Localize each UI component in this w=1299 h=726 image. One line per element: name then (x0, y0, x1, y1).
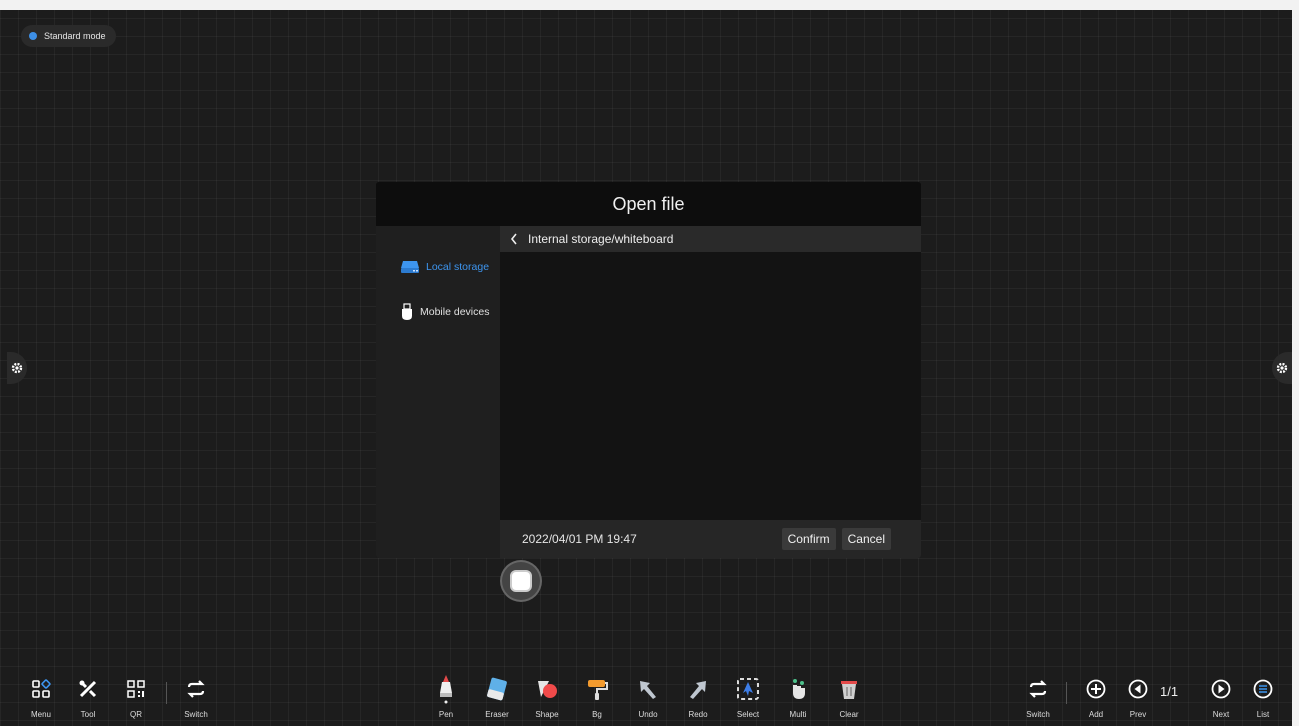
dialog-footer: 2022/04/01 PM 19:47 Confirm Cancel (500, 520, 921, 558)
bottom-toolbar: Menu Tool QR Switch Pen Eraser Shape Bg … (0, 670, 1292, 726)
eraser-icon (487, 677, 507, 701)
switch-label: Switch (184, 710, 208, 719)
list-circle-icon (1253, 679, 1273, 699)
undo-label: Undo (638, 710, 658, 719)
mode-indicator[interactable]: Standard mode (21, 25, 116, 47)
redo-label: Redo (688, 710, 708, 719)
shape-icon (538, 681, 557, 698)
eraser-button[interactable]: Eraser (475, 670, 519, 726)
gear-icon (11, 362, 23, 374)
undo-button[interactable]: Undo (626, 670, 670, 726)
next-circle-icon (1211, 679, 1231, 699)
multi-touch-icon (793, 679, 805, 699)
timestamp: 2022/04/01 PM 19:47 (522, 532, 637, 546)
left-settings-button[interactable] (7, 352, 27, 384)
source-label: Mobile devices (420, 306, 490, 318)
toolbar-divider (166, 682, 167, 704)
select-button[interactable]: Select (726, 670, 770, 726)
square-icon (510, 570, 532, 592)
plus-circle-icon (1086, 679, 1106, 699)
gear-icon (1276, 362, 1288, 374)
usb-drive-icon (402, 303, 412, 320)
source-label: Local storage (426, 261, 490, 273)
shape-label: Shape (535, 710, 559, 719)
prev-circle-icon (1128, 679, 1148, 699)
pen-label: Pen (438, 710, 454, 719)
trash-icon (841, 681, 857, 699)
tools-icon (79, 680, 97, 698)
tool-button[interactable]: Tool (66, 670, 110, 726)
multi-button[interactable]: Multi (776, 670, 820, 726)
source-local-storage[interactable]: Local storage (400, 260, 489, 274)
list-button[interactable]: List (1241, 670, 1285, 726)
clear-button[interactable]: Clear (827, 670, 871, 726)
top-strip (0, 0, 1299, 10)
shape-button[interactable]: Shape (525, 670, 569, 726)
chevron-left-icon (510, 233, 517, 245)
menu-button[interactable]: Menu (19, 670, 63, 726)
right-strip (1292, 0, 1299, 726)
undo-arrow-icon (640, 681, 656, 699)
open-file-dialog: Open file Local storage Mobile devices I… (376, 182, 921, 558)
toolbar-divider (1066, 682, 1067, 704)
qr-button[interactable]: QR (114, 670, 158, 726)
path-bar: Internal storage/whiteboard (500, 226, 921, 252)
prev-page-button[interactable]: Prev (1116, 670, 1160, 726)
switch-right-button[interactable]: Switch (1016, 670, 1060, 726)
multi-label: Multi (789, 710, 807, 719)
back-button[interactable] (500, 226, 528, 252)
path-label: Internal storage/whiteboard (528, 232, 674, 246)
source-list (376, 226, 500, 558)
hard-drive-icon (401, 261, 419, 273)
clear-label: Clear (839, 710, 859, 719)
file-list (500, 252, 921, 520)
menu-label: Menu (30, 710, 51, 719)
select-label: Select (736, 710, 760, 719)
switch-icon (1029, 680, 1047, 698)
pen-icon (440, 675, 452, 704)
qr-code-icon (127, 680, 145, 698)
source-mobile-devices[interactable]: Mobile devices (400, 303, 489, 321)
dialog-title: Open file (376, 182, 921, 226)
add-label: Add (1088, 710, 1104, 719)
cancel-button[interactable]: Cancel (841, 528, 891, 550)
bg-label: Bg (592, 710, 602, 719)
add-page-button[interactable]: Add (1074, 670, 1118, 726)
select-icon (737, 678, 759, 700)
redo-arrow-icon (690, 681, 706, 699)
mode-dot-icon (29, 32, 37, 40)
page-indicator: 1/1 (1160, 684, 1179, 699)
paint-roller-icon (588, 680, 608, 700)
list-label: List (1256, 710, 1270, 719)
bg-button[interactable]: Bg (575, 670, 619, 726)
tool-label: Tool (80, 710, 96, 719)
right-settings-button[interactable] (1272, 352, 1292, 384)
pen-button[interactable]: Pen (424, 670, 468, 726)
prev-label: Prev (1129, 710, 1147, 719)
redo-button[interactable]: Redo (676, 670, 720, 726)
switch-label: Switch (1026, 710, 1050, 719)
floating-menu-button[interactable] (502, 562, 540, 600)
next-page-button[interactable]: Next (1199, 670, 1243, 726)
eraser-label: Eraser (485, 710, 509, 719)
qr-label: QR (130, 710, 142, 719)
switch-left-button[interactable]: Switch (174, 670, 218, 726)
menu-grid-icon (32, 679, 51, 698)
switch-icon (187, 680, 205, 698)
next-label: Next (1212, 710, 1230, 719)
confirm-button[interactable]: Confirm (781, 528, 836, 550)
mode-label: Standard mode (44, 31, 106, 41)
